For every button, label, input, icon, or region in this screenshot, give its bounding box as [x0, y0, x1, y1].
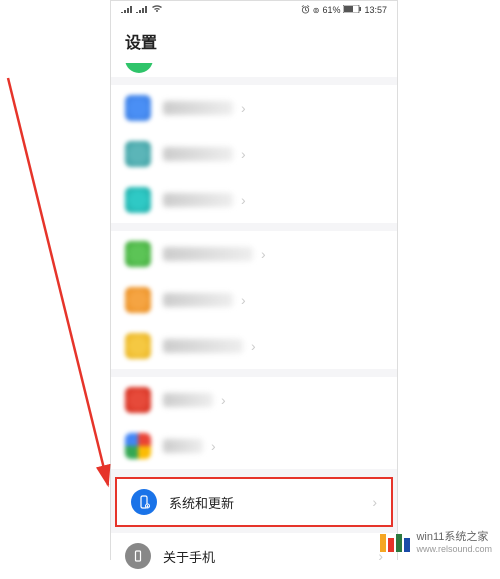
wifi-icon	[151, 5, 163, 15]
prev-group-peek	[111, 63, 397, 77]
app-icon	[125, 387, 151, 413]
watermark-logo-icon	[380, 534, 410, 552]
status-bar: ⊚ 61% 13:57	[111, 1, 397, 19]
chevron-right-icon: ›	[211, 438, 216, 454]
list-item[interactable]: ›	[111, 177, 397, 223]
list-item[interactable]: ›	[111, 85, 397, 131]
list-item[interactable]: ›	[111, 323, 397, 369]
alarm-icon	[301, 5, 310, 16]
chevron-right-icon: ›	[241, 292, 246, 308]
nfc-icon: ⊚	[313, 6, 320, 15]
list-item[interactable]: ›	[111, 423, 397, 469]
settings-group-2: › › ›	[111, 231, 397, 369]
green-avatar-icon	[125, 63, 153, 73]
list-item[interactable]: ›	[111, 377, 397, 423]
settings-group-last: 关于手机 ›	[111, 533, 397, 579]
blurred-label	[163, 439, 203, 453]
blurred-label	[163, 339, 243, 353]
app-icon	[125, 141, 151, 167]
blurred-label	[163, 147, 233, 161]
app-icon	[125, 287, 151, 313]
list-item[interactable]: ›	[111, 131, 397, 177]
blurred-label	[163, 393, 213, 407]
chevron-right-icon: ›	[241, 192, 246, 208]
signal-icon-1	[121, 5, 133, 15]
app-icon	[125, 187, 151, 213]
list-item[interactable]: ›	[111, 231, 397, 277]
blurred-label	[163, 247, 253, 261]
phone-frame: ⊚ 61% 13:57 设置 › › ›	[110, 0, 398, 560]
chevron-right-icon: ›	[241, 146, 246, 162]
settings-group-3: › ›	[111, 377, 397, 469]
page-title: 设置	[111, 19, 397, 63]
blurred-label	[163, 101, 233, 115]
app-icon	[125, 95, 151, 121]
system-update-icon	[131, 489, 157, 515]
chevron-right-icon: ›	[251, 338, 256, 354]
watermark: win11系统之家 www.relsound.com	[380, 531, 492, 555]
watermark-brand: win11系统之家	[416, 531, 492, 544]
about-phone-icon	[125, 543, 151, 569]
status-time: 13:57	[364, 5, 387, 15]
about-phone-item[interactable]: 关于手机 ›	[111, 533, 397, 579]
app-icon	[125, 241, 151, 267]
list-item[interactable]: ›	[111, 277, 397, 323]
chevron-right-icon: ›	[241, 100, 246, 116]
system-update-item[interactable]: 系统和更新 ›	[117, 479, 391, 525]
highlighted-row: 系统和更新 ›	[115, 477, 393, 527]
blurred-label	[163, 293, 233, 307]
blurred-label	[163, 193, 233, 207]
status-right: ⊚ 61% 13:57	[301, 5, 387, 16]
chevron-right-icon: ›	[372, 494, 377, 510]
settings-group-1: › › ›	[111, 85, 397, 223]
app-icon	[125, 433, 151, 459]
app-icon	[125, 333, 151, 359]
battery-percent: 61%	[322, 5, 340, 15]
battery-icon	[343, 5, 361, 15]
system-update-label: 系统和更新	[169, 493, 364, 512]
chevron-right-icon: ›	[221, 392, 226, 408]
chevron-right-icon: ›	[261, 246, 266, 262]
status-left	[121, 5, 163, 15]
watermark-url: www.relsound.com	[416, 544, 492, 555]
signal-icon-2	[136, 5, 148, 15]
